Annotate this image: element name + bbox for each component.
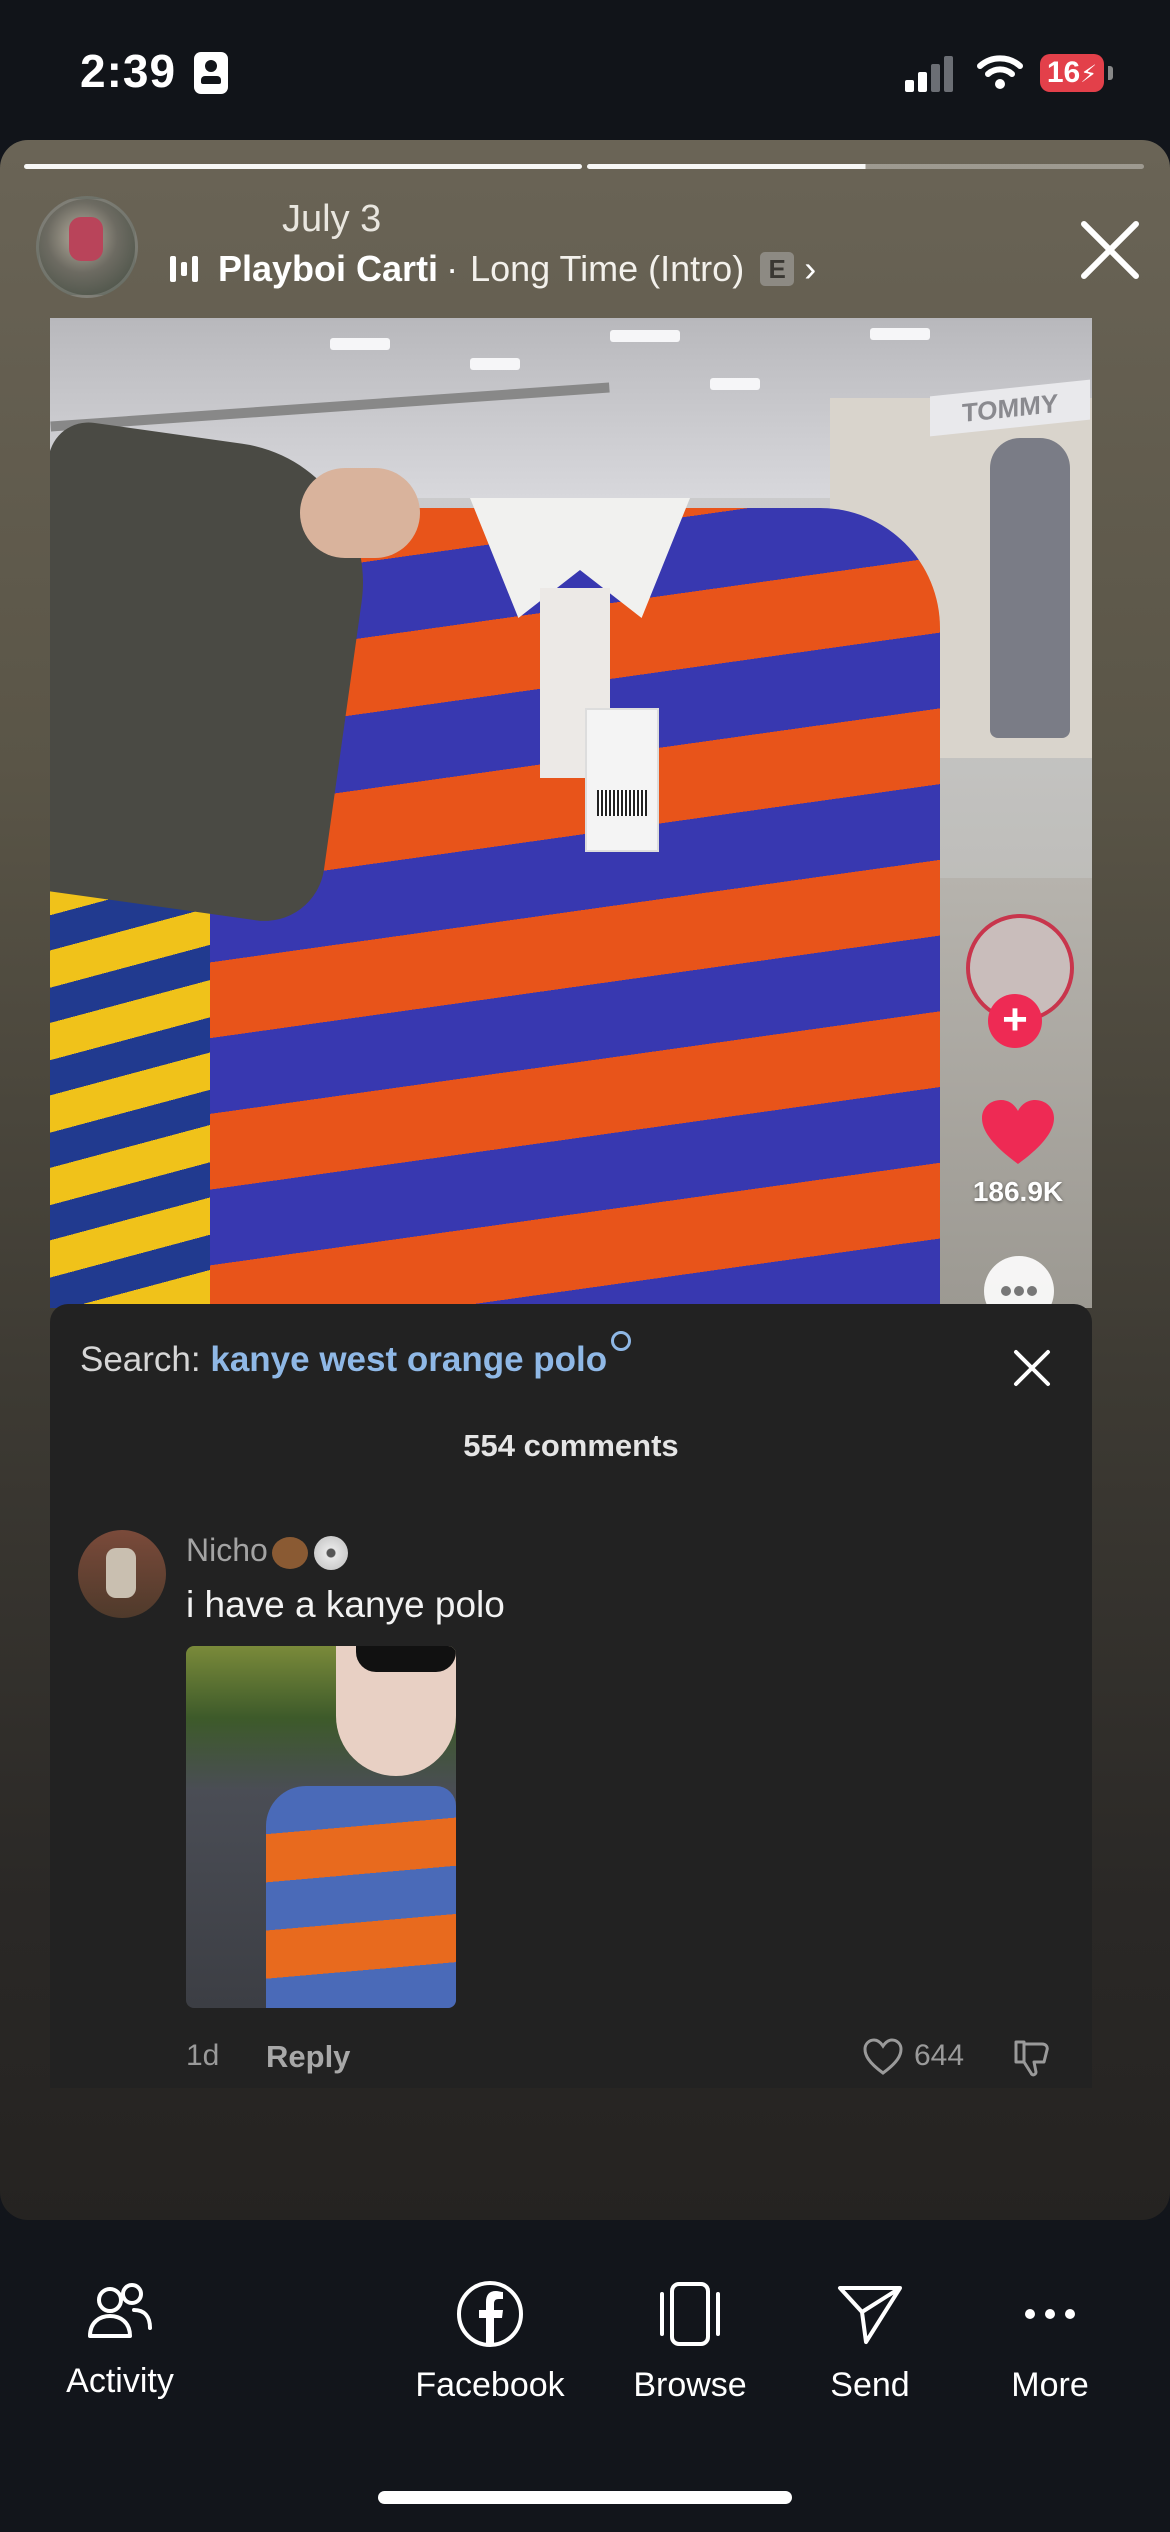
activity-button[interactable]: Activity [40, 2280, 200, 2401]
music-sticker[interactable]: Playboi Carti · Long Time (Intro) E › [170, 244, 816, 294]
story-photo: TOMMY + 186.9K [50, 318, 1092, 1308]
search-icon [611, 1331, 632, 1351]
thumbs-down-icon[interactable] [1010, 2036, 1054, 2080]
close-comments-icon[interactable] [1010, 1346, 1054, 1390]
browse-label: Browse [633, 2366, 747, 2404]
comments-panel: Search: kanye west orange polo 554 comme… [50, 1304, 1092, 2088]
send-button[interactable]: Send [790, 2280, 950, 2405]
progress-segment [586, 164, 1144, 169]
browse-icon [660, 2282, 720, 2346]
hand [300, 468, 420, 558]
comment-username: Nicho [186, 1532, 268, 1568]
close-icon[interactable] [1074, 214, 1146, 286]
follow-plus-icon[interactable]: + [988, 994, 1042, 1048]
more-label: More [1011, 2366, 1089, 2404]
search-suggestion[interactable]: Search: kanye west orange polo [80, 1331, 632, 1380]
bottom-toolbar: Activity Facebook Browse Send More [0, 2220, 1170, 2532]
wifi-icon [977, 55, 1023, 89]
comment-count: 554 comments [463, 1428, 679, 1463]
cellular-signal-icon [905, 54, 957, 92]
commenter-avatar[interactable] [78, 1530, 166, 1618]
price-tag [585, 708, 659, 852]
activity-label: Activity [66, 2362, 174, 2400]
send-icon [838, 2286, 902, 2344]
facebook-label: Facebook [415, 2366, 565, 2404]
like-count: 186.9K [972, 1176, 1064, 1207]
equalizer-icon [170, 256, 198, 282]
search-query[interactable]: kanye west orange polo [210, 1340, 607, 1379]
people-icon [88, 2283, 152, 2338]
status-time: 2:39 [80, 45, 177, 97]
browse-button[interactable]: Browse [610, 2280, 770, 2405]
contact-card-icon [194, 52, 228, 94]
battery-nub [1108, 66, 1113, 80]
comment-likes: 644 [914, 2039, 965, 2072]
home-indicator[interactable] [378, 2491, 792, 2504]
more-icon [1025, 2309, 1075, 2319]
progress-segment [24, 164, 582, 169]
battery-indicator: 16⚡ [1040, 54, 1104, 92]
facebook-button[interactable]: Facebook [410, 2280, 570, 2405]
story-date: July 3 [282, 198, 382, 240]
send-label: Send [830, 2366, 910, 2404]
music-separator: · [446, 248, 459, 289]
more-options-icon[interactable] [984, 1256, 1054, 1308]
comment-heart-icon[interactable] [862, 2038, 904, 2076]
status-bar: 2:39 16⚡ [0, 0, 1170, 140]
search-label: Search: [80, 1340, 201, 1379]
explicit-badge: E [760, 252, 795, 286]
comment-text: i have a kanye polo [186, 1584, 505, 1625]
music-song: Long Time (Intro) [470, 248, 745, 289]
reply-button[interactable]: Reply [266, 2039, 350, 2075]
story-card[interactable]: July 3 Playboi Carti · Long Time (Intro)… [0, 140, 1170, 2220]
story-avatar[interactable] [36, 196, 138, 298]
story-progress [24, 164, 1144, 169]
chevron-right-icon: › [804, 248, 817, 289]
more-button[interactable]: More [970, 2280, 1130, 2405]
comment-username-row[interactable]: Nicho [186, 1532, 348, 1570]
comment-photo[interactable] [186, 1646, 456, 2008]
battery-level: 16 [1046, 56, 1081, 89]
cd-emoji-icon [313, 1535, 348, 1570]
facebook-icon [457, 2281, 523, 2347]
bear-emoji-icon [271, 1536, 308, 1569]
music-artist: Playboi Carti [218, 248, 439, 289]
heart-icon[interactable] [980, 1098, 1056, 1168]
comment-time: 1d [186, 2039, 220, 2072]
mannequin [990, 438, 1070, 738]
